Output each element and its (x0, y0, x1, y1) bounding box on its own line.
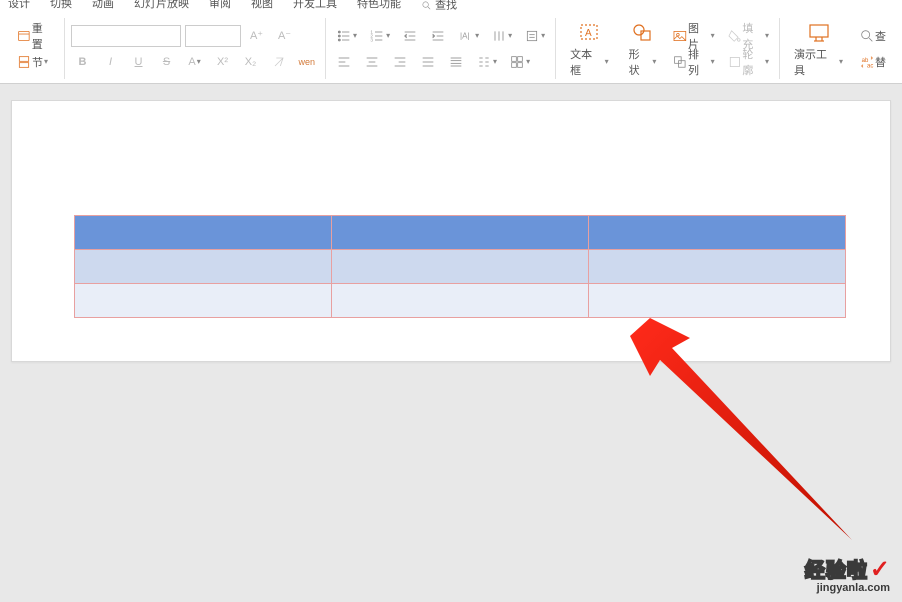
group-paragraph: ▾ 123▾ |A|▾ ▾ ▾ ▾ ▾ (326, 18, 556, 79)
table-row[interactable] (75, 250, 846, 284)
inserted-table[interactable] (74, 215, 846, 318)
italic-button[interactable]: I (99, 51, 123, 73)
font-size-select[interactable] (185, 25, 241, 47)
find-button[interactable]: 查 (855, 25, 890, 47)
increase-font-button[interactable]: A⁺ (245, 25, 269, 47)
align-center-button[interactable] (360, 51, 384, 73)
strike-button[interactable]: S (155, 51, 179, 73)
decrease-indent-button[interactable] (398, 25, 422, 47)
svg-text:3: 3 (370, 37, 373, 42)
numbering-button[interactable]: 123▾ (365, 25, 394, 47)
tab-search[interactable]: 查找 (421, 0, 457, 14)
menu-tabs: 设计 切换 动画 幻灯片放映 审阅 视图 开发工具 特色功能 查找 (0, 0, 902, 14)
table-row[interactable] (75, 216, 846, 250)
align-text-button[interactable]: ▾ (520, 25, 549, 47)
align-right-button[interactable] (388, 51, 412, 73)
bullets-button[interactable]: ▾ (332, 25, 361, 47)
workspace (0, 84, 902, 602)
align-left-button[interactable] (332, 51, 356, 73)
tab-animation[interactable]: 动画 (92, 0, 114, 14)
replace-button[interactable]: abac替 (855, 51, 890, 73)
increase-indent-button[interactable] (426, 25, 450, 47)
superscript-button[interactable]: X² (211, 51, 235, 73)
image-button[interactable]: 图片▾ (668, 25, 718, 47)
group-font: A⁺ A⁻ B I U S A▾ X² X₂ wen (65, 18, 327, 79)
font-name-select[interactable] (71, 25, 181, 47)
arrange-button[interactable]: 排列▾ (668, 51, 718, 73)
tab-devtools[interactable]: 开发工具 (293, 0, 337, 14)
fill-button[interactable]: 填充▾ (723, 25, 773, 47)
text-direction-button[interactable]: ▾ (487, 25, 516, 47)
tab-design[interactable]: 设计 (8, 0, 30, 14)
clear-format-button[interactable] (267, 51, 291, 73)
textbox-button[interactable]: A 文本框▾ (562, 16, 617, 82)
decrease-font-button[interactable]: A⁻ (273, 25, 297, 47)
tab-switch[interactable]: 切换 (50, 0, 72, 14)
underline-button[interactable]: U (127, 51, 151, 73)
pinyin-button[interactable]: wen (295, 51, 320, 73)
group-insert: A 文本框▾ 形状▾ 图片▾ 填充▾ 排列▾ 轮廓▾ (556, 18, 780, 79)
convert-smartart-button[interactable]: ▾ (505, 51, 534, 73)
shape-button[interactable]: 形状▾ (621, 16, 665, 82)
tab-view[interactable]: 视图 (251, 0, 273, 14)
tab-slideshow[interactable]: 幻灯片放映 (134, 0, 189, 14)
tab-review[interactable]: 审阅 (209, 0, 231, 14)
group-clipboard: 重置 节▾ (6, 18, 65, 79)
svg-text:|A|: |A| (460, 31, 470, 40)
tab-features[interactable]: 特色功能 (357, 0, 401, 14)
distribute-button[interactable] (444, 51, 468, 73)
svg-text:ac: ac (867, 63, 873, 69)
font-color-button[interactable]: A▾ (183, 51, 207, 73)
line-spacing-button[interactable]: |A|▾ (454, 25, 483, 47)
ribbon: 重置 节▾ A⁺ A⁻ B I U S A▾ X² X₂ (0, 14, 902, 84)
table-row[interactable] (75, 284, 846, 318)
bold-button[interactable]: B (71, 51, 95, 73)
align-justify-button[interactable] (416, 51, 440, 73)
section-button[interactable]: 节▾ (12, 51, 52, 73)
slide-canvas[interactable] (11, 100, 891, 362)
group-tools: 演示工具▾ 查 abac替 (780, 18, 896, 79)
reset-button[interactable]: 重置 (12, 25, 58, 47)
svg-text:A: A (585, 28, 592, 39)
outline-button[interactable]: 轮廓▾ (723, 51, 773, 73)
subscript-button[interactable]: X₂ (239, 51, 263, 73)
present-tools-button[interactable]: 演示工具▾ (786, 16, 851, 82)
columns-button[interactable]: ▾ (472, 51, 501, 73)
